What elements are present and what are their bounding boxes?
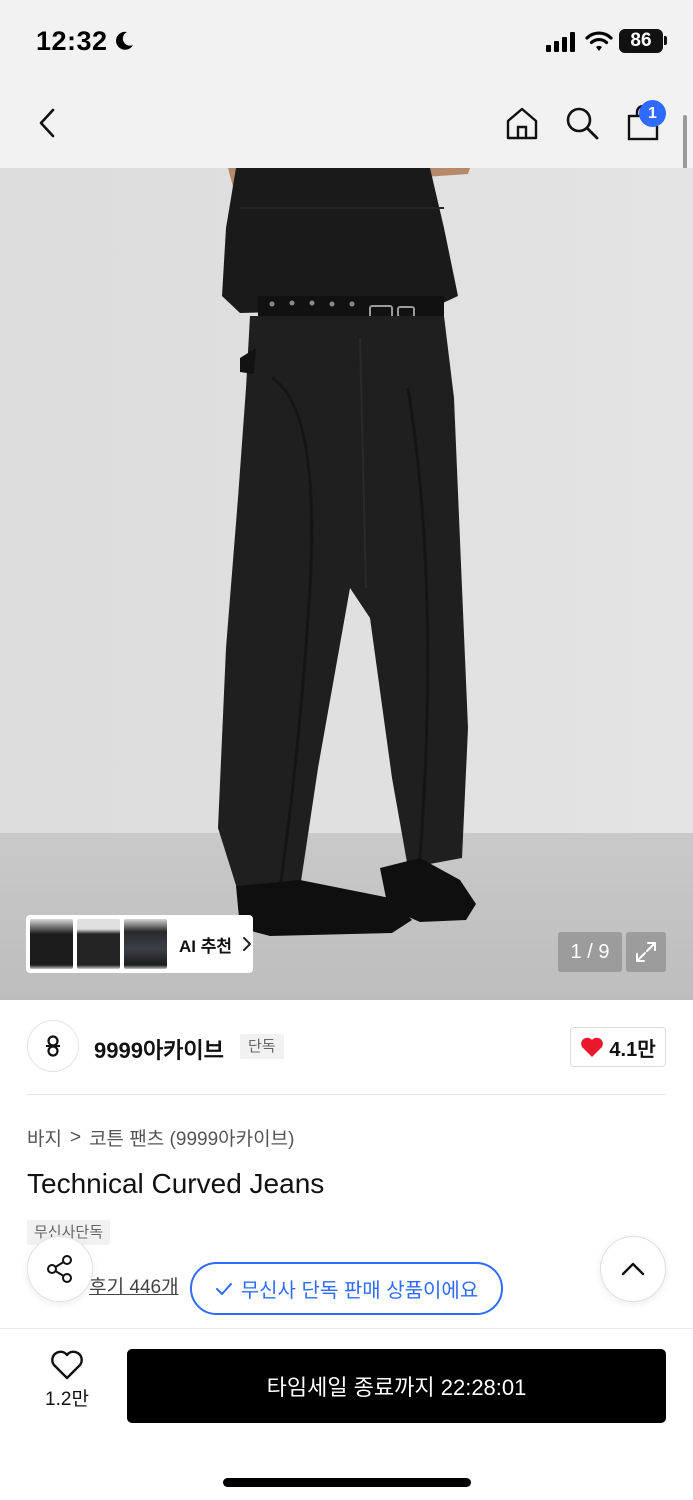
chevron-right-icon: [243, 937, 252, 951]
ai-thumbnail-1: [30, 919, 73, 969]
brand-name[interactable]: 9999아카이브: [94, 1033, 224, 1065]
home-button[interactable]: [499, 100, 545, 146]
breadcrumb-separator: >: [69, 1126, 82, 1148]
wifi-icon: [585, 31, 613, 51]
brand-logo-icon: [46, 1035, 60, 1057]
top-nav-bar: [0, 82, 693, 168]
brand-logo[interactable]: [27, 1020, 79, 1072]
search-button[interactable]: [559, 100, 605, 146]
product-title: Technical Curved Jeans: [27, 1168, 325, 1199]
battery-indicator: 86: [619, 29, 663, 53]
share-icon: [47, 1255, 72, 1283]
home-icon: [506, 107, 538, 140]
search-icon: [566, 107, 599, 140]
product-image-carousel[interactable]: [0, 168, 693, 1000]
home-indicator: [223, 1478, 471, 1487]
image-page-counter: 1 / 9: [558, 932, 622, 972]
moon-icon: [116, 31, 133, 50]
chevron-up-icon: [621, 1262, 645, 1276]
time-sale-buy-button[interactable]: 타임세일 종료까지 22:28:01: [127, 1349, 666, 1423]
product-photo: [0, 168, 693, 1000]
signal-icon: [546, 32, 575, 52]
status-time: 12:32: [36, 26, 108, 56]
brand-like-count: 4.1만: [609, 1038, 656, 1061]
brand-like-button[interactable]: 4.1만: [570, 1027, 666, 1067]
ai-thumbnail-3: [124, 919, 167, 969]
expand-image-button[interactable]: [626, 932, 666, 972]
toast-text: 무신사 단독 판매 상품이에요: [240, 1280, 479, 1302]
status-bar: 12:32 86: [0, 0, 693, 82]
cart-count-badge: 1: [639, 100, 666, 127]
brand-exclusive-badge: 단독: [240, 1034, 284, 1059]
heart-outline-icon: [51, 1350, 83, 1380]
review-link[interactable]: 후기 446개: [89, 1272, 178, 1299]
exclusive-toast: 무신사 단독 판매 상품이에요: [190, 1262, 503, 1315]
wishlist-button[interactable]: 1.2만: [30, 1350, 104, 1420]
ai-thumbnail-2: [77, 919, 120, 969]
breadcrumb: 바지 > 코튼 팬츠 (9999아카이브): [27, 1124, 294, 1151]
breadcrumb-subcategory[interactable]: 코튼 팬츠 (9999아카이브): [89, 1124, 294, 1151]
ai-recommend-card[interactable]: AI 추천: [26, 915, 253, 973]
breadcrumb-category[interactable]: 바지: [27, 1124, 62, 1151]
wishlist-count: 1.2만: [45, 1389, 89, 1410]
heart-filled-icon: [581, 1037, 604, 1057]
back-button[interactable]: [24, 100, 70, 146]
scroll-to-top-button[interactable]: [600, 1236, 666, 1302]
ai-recommend-label: AI 추천: [179, 936, 233, 956]
divider: [27, 1094, 666, 1095]
expand-icon: [636, 942, 656, 962]
share-button[interactable]: [27, 1236, 93, 1302]
check-icon: [215, 1282, 232, 1295]
chevron-left-icon: [39, 108, 55, 138]
battery-tip: [664, 36, 667, 45]
